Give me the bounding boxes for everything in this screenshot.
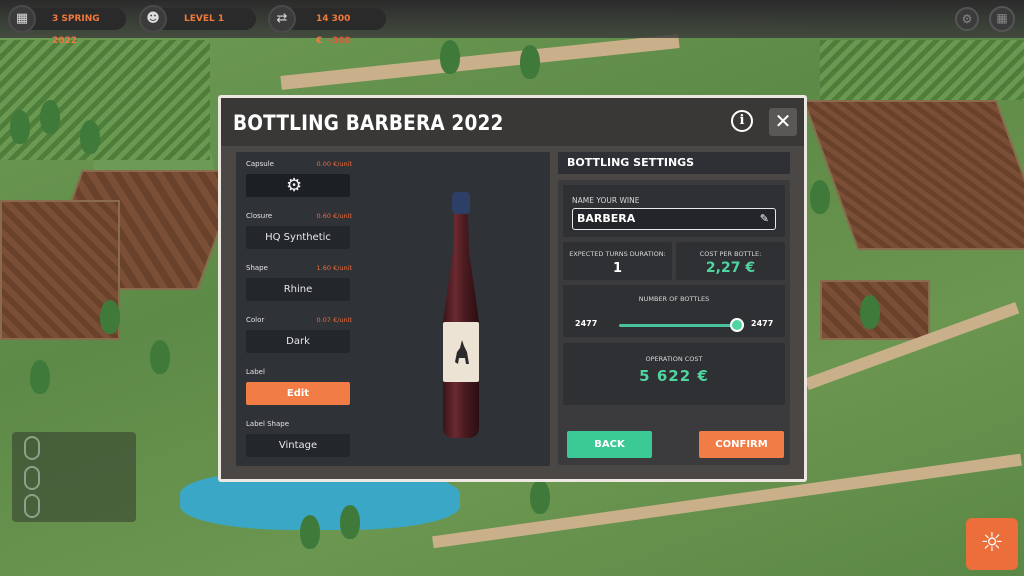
shape-label: Shape: [246, 264, 268, 272]
controls-hint: [12, 432, 136, 522]
settings-panel: NAME YOUR WINE BARBERA ✎ EXPECTED TURNS …: [558, 180, 790, 465]
menu-icon[interactable]: ▦: [989, 6, 1015, 32]
closure-selector[interactable]: HQ Synthetic: [246, 226, 350, 249]
color-label: Color: [246, 316, 265, 324]
label-shape-label: Label Shape: [246, 420, 290, 428]
bottles-label: NUMBER OF BOTTLES: [638, 295, 710, 303]
capsule-price: 0.00 €/unit: [316, 160, 352, 168]
tree: [100, 300, 120, 334]
tree: [520, 45, 540, 79]
tree: [300, 515, 320, 549]
turns-value: 1: [612, 261, 623, 276]
bottles-slider-track[interactable]: [619, 324, 737, 327]
money-display: 14 300 € -300: [282, 8, 386, 46]
confirm-button[interactable]: CONFIRM: [699, 431, 784, 458]
control-row: [20, 494, 130, 518]
bottles-slider-knob[interactable]: [730, 318, 744, 332]
bottles-min: 2477: [575, 319, 598, 328]
vineyard: [0, 40, 210, 160]
edit-label-button[interactable]: Edit: [246, 382, 350, 405]
tree: [530, 480, 550, 514]
tree: [860, 295, 880, 329]
dialog-header: BOTTLING BARBERA 2022 i ✕: [221, 98, 804, 146]
cost-per-bottle-label: COST PER BOTTLE:: [699, 250, 762, 258]
closure-price: 0.60 €/unit: [316, 212, 352, 220]
operation-cost-label: OPERATION COST: [645, 355, 703, 363]
field: [802, 100, 1024, 250]
turns-card: EXPECTED TURNS DURATION: 1: [563, 242, 672, 280]
color-price: 0.07 €/unit: [316, 316, 352, 324]
settings-header: BOTTLING SETTINGS: [558, 152, 790, 174]
label-label: Label: [246, 368, 265, 376]
shape-price: 1.60 €/unit: [316, 264, 352, 272]
cost-per-bottle-value: 2,27 €: [705, 260, 756, 276]
tree: [30, 360, 50, 394]
tree: [440, 40, 460, 74]
operation-cost-value: 5 622 €: [639, 367, 709, 385]
mouse-icon: [24, 494, 40, 518]
operation-cost-card: OPERATION COST 5 622 €: [563, 343, 785, 405]
bottles-max: 2477: [751, 319, 774, 328]
mouse-icon: [24, 466, 40, 490]
vineyard: [820, 40, 1024, 100]
pencil-icon[interactable]: ✎: [760, 209, 769, 228]
dialog-title: BOTTLING BARBERA 2022: [233, 111, 504, 135]
wine-name-label: NAME YOUR WINE: [572, 196, 640, 205]
info-button[interactable]: i: [731, 110, 753, 132]
calendar-icon[interactable]: ▦: [8, 5, 36, 33]
tree: [80, 120, 100, 154]
level-label: LEVEL 1: [184, 14, 225, 24]
close-button[interactable]: ✕: [769, 108, 797, 136]
back-button[interactable]: BACK: [567, 431, 652, 458]
color-selector[interactable]: Dark: [246, 330, 350, 353]
head-icon[interactable]: ☻: [139, 5, 167, 33]
bottles-card: NUMBER OF BOTTLES 2477 2477: [563, 285, 785, 337]
gear-icon: ⚙: [286, 175, 303, 196]
money-icon[interactable]: ⇄: [268, 5, 296, 33]
tree: [340, 505, 360, 539]
control-row: [20, 436, 130, 460]
wine-name-input[interactable]: BARBERA ✎: [572, 208, 776, 230]
capsule-label: Capsule: [246, 160, 274, 168]
tree: [810, 180, 830, 214]
money-delta: -300: [328, 36, 351, 46]
bottling-dialog: BOTTLING BARBERA 2022 i ✕ Capsule 0.00 €…: [218, 95, 807, 482]
capsule-top: [452, 192, 470, 214]
bottle-options-panel: Capsule 0.00 €/unit ⚙ Closure 0.60 €/uni…: [236, 152, 550, 466]
tree: [40, 100, 60, 134]
cost-per-bottle-card: COST PER BOTTLE: 2,27 €: [676, 242, 785, 280]
closure-label: Closure: [246, 212, 273, 220]
tree: [150, 340, 170, 374]
sun-icon[interactable]: ☼: [966, 518, 1018, 570]
turns-label: EXPECTED TURNS DURATION:: [569, 250, 666, 258]
capsule-selector[interactable]: ⚙: [246, 174, 350, 197]
settings-icon[interactable]: ⚙: [955, 7, 979, 31]
tree: [10, 110, 30, 144]
control-row: [20, 466, 130, 490]
wine-name-value: BARBERA: [577, 212, 636, 225]
bottle-preview[interactable]: [431, 192, 491, 442]
top-hud: 3 SPRING 2022 ▦ LEVEL 1 ☻ 14 300 € -300 ⇄…: [0, 0, 1024, 46]
mouse-icon: [24, 436, 40, 460]
label-shape-selector[interactable]: Vintage: [246, 434, 350, 457]
wine-name-card: NAME YOUR WINE BARBERA ✎: [563, 185, 785, 237]
shape-selector[interactable]: Rhine: [246, 278, 350, 301]
